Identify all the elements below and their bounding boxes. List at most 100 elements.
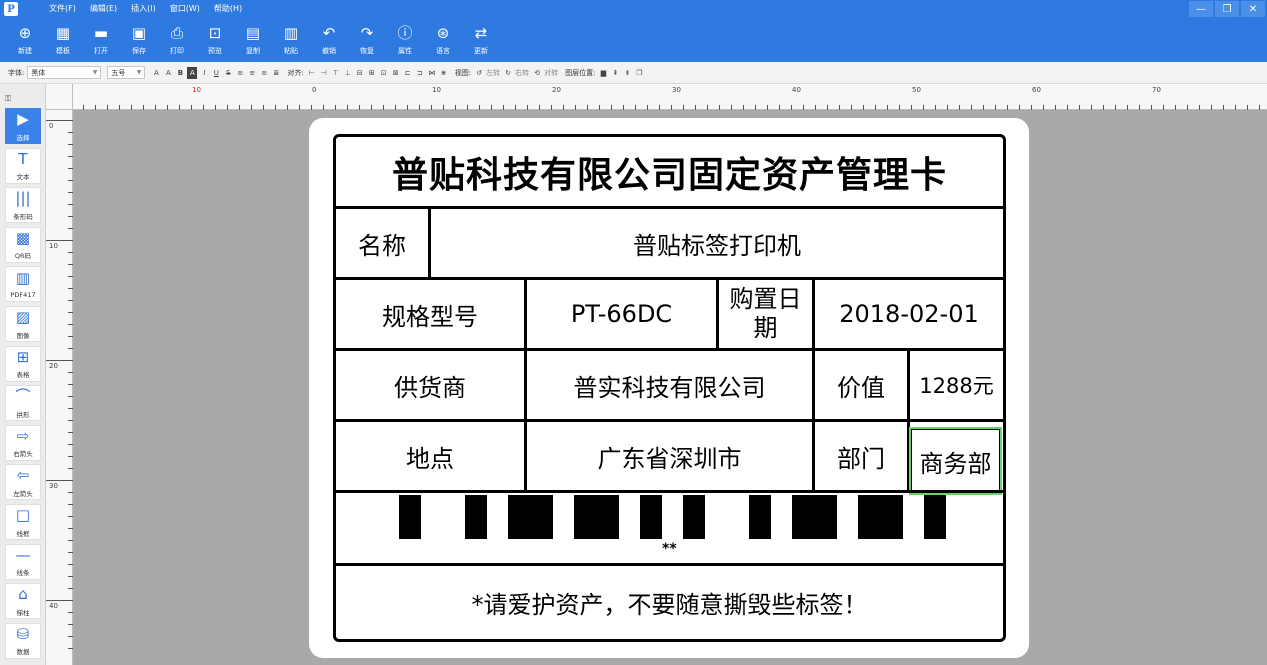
restore-button[interactable]: ❐ [1215, 1, 1239, 17]
date-key-cell[interactable]: 购置日期 [716, 277, 815, 351]
barcode-cell[interactable]: ** [336, 490, 1003, 566]
obj-center-icon[interactable]: ⊡ [379, 67, 389, 79]
location-key-cell[interactable]: 地点 [336, 419, 527, 493]
redo-button[interactable]: ↷ 恢复 [350, 18, 384, 62]
date-value-cell[interactable]: 2018-02-01 [812, 277, 1003, 351]
tool-database[interactable]: ⛁ 数据 [5, 622, 41, 659]
template-button[interactable]: ▦ 模板 [46, 18, 80, 62]
align-right-icon[interactable]: ≡ [259, 67, 269, 79]
tool-pentagon[interactable]: ⌂ 梯柱 [5, 583, 41, 620]
dept-value-cell[interactable]: 商务部 [909, 427, 1002, 495]
supplier-value-cell[interactable]: 普实科技有限公司 [524, 348, 815, 422]
refresh-button[interactable]: ⇄ 更新 [464, 18, 498, 62]
footer-text: *请爱护资产，不要随意撕毁些标签！ [471, 591, 868, 619]
highlight-icon[interactable]: A [187, 66, 198, 79]
rotate-right-button[interactable]: 右转 [515, 68, 529, 78]
name-value-cell[interactable]: 普贴标签打印机 [428, 206, 1003, 280]
ruler-label: 20 [552, 86, 561, 94]
obj-align-bottom-icon[interactable]: ⊥ [343, 67, 353, 79]
model-value-cell[interactable]: PT-66DC [524, 277, 719, 351]
ruler-label: 0 [312, 86, 317, 94]
tool-image[interactable]: ▨ 图像 [5, 306, 41, 342]
supplier-key-cell[interactable]: 供货商 [336, 348, 527, 422]
move-up-icon[interactable]: ⇞ [610, 67, 620, 79]
same-width-icon[interactable]: ⊏ [403, 67, 413, 79]
grid-icon[interactable]: ⋇ [439, 67, 449, 79]
align-justify-icon[interactable]: ≣ [271, 67, 281, 79]
price-value-cell[interactable]: 1288元 [907, 348, 1003, 422]
name-key: 名称 [358, 231, 406, 260]
preview-button[interactable]: ⊡ 预览 [198, 18, 232, 62]
tool-select-arrow[interactable]: ▶ 选择 [5, 108, 41, 144]
tool-text[interactable]: T 文本 [5, 147, 41, 184]
obj-align-top-icon[interactable]: ⊤ [331, 67, 341, 79]
tool-rectangle[interactable]: □ 线框 [5, 504, 41, 540]
tool-barcode[interactable]: ||| 条形码 [5, 187, 41, 224]
location-value-cell[interactable]: 广东省深圳市 [524, 419, 815, 493]
rotate-right-icon[interactable]: ↻ [503, 67, 513, 79]
menu-item-0[interactable]: 文件(F) [42, 0, 83, 18]
same-size-icon[interactable]: ⋈ [427, 67, 437, 79]
copy-button[interactable]: ▤ 复制 [236, 18, 270, 62]
language-button[interactable]: ⊛ 语言 [426, 18, 460, 62]
tool-pdf417[interactable]: ▥ PDF417 [5, 266, 41, 303]
menu-item-1[interactable]: 编辑(E) [83, 0, 124, 18]
distribute-h-icon[interactable]: ⊠ [391, 67, 401, 79]
footer-cell[interactable]: *请爱护资产，不要随意撕毁些标签！ [336, 563, 1003, 639]
rotate-reset-button[interactable]: 对转 [544, 68, 558, 78]
ruler-tick [215, 105, 216, 110]
name-key-cell[interactable]: 名称 [336, 206, 431, 280]
bold-icon[interactable]: B [175, 67, 185, 79]
label-canvas[interactable]: 普贴科技有限公司固定资产管理卡 名称 普贴标签打印机 规格型号 PT-66DC … [309, 118, 1029, 658]
ruler-label: 40 [49, 602, 58, 610]
font-shrink-icon[interactable]: A [163, 67, 173, 79]
folder-button[interactable]: ▬ 打开 [84, 18, 118, 62]
tool-qrcode[interactable]: ▩ QR码 [5, 226, 41, 263]
obj-center-v-icon[interactable]: ⊞ [367, 67, 377, 79]
send-back-icon[interactable]: ❐ [634, 67, 644, 79]
ruler-label: 10 [192, 86, 201, 94]
menu-item-3[interactable]: 窗口(W) [163, 0, 207, 18]
same-height-icon[interactable]: ⊐ [415, 67, 425, 79]
ruler-tick [68, 312, 73, 313]
tool-left-arrow[interactable]: ⇦ 左箭头 [5, 464, 41, 501]
obj-align-left-icon[interactable]: ⊢ [307, 67, 317, 79]
italic-icon[interactable]: I [199, 67, 209, 79]
price-key-cell[interactable]: 价值 [812, 348, 910, 422]
strikethrough-icon[interactable]: S [223, 67, 233, 79]
title-cell[interactable]: 普贴科技有限公司固定资产管理卡 [336, 137, 1003, 209]
save-button[interactable]: ▣ 保存 [122, 18, 156, 62]
close-button[interactable]: ✕ [1241, 1, 1265, 17]
paste-button[interactable]: ▥ 粘贴 [274, 18, 308, 62]
print-button[interactable]: ⎙ 打印 [160, 18, 194, 62]
menu-item-4[interactable]: 帮助(H) [207, 0, 249, 18]
undo-button[interactable]: ↶ 撤销 [312, 18, 346, 62]
tool-table[interactable]: ⊞ 表格 [5, 345, 41, 382]
ruler-tick [68, 276, 73, 277]
model-key-cell[interactable]: 规格型号 [336, 277, 527, 351]
plus-button[interactable]: ⊕ 新建 [8, 18, 42, 62]
tool-right-arrow[interactable]: ⇨ 右箭头 [5, 424, 41, 461]
label-frame[interactable]: 普贴科技有限公司固定资产管理卡 名称 普贴标签打印机 规格型号 PT-66DC … [333, 134, 1006, 642]
bring-front-icon[interactable]: ▆ [598, 67, 608, 79]
menu-item-2[interactable]: 插入(I) [124, 0, 163, 18]
ruler-tick [1043, 105, 1044, 110]
font-size-select[interactable]: 五号 ▼ [107, 66, 146, 79]
obj-align-right-icon[interactable]: ⊣ [319, 67, 329, 79]
rotate-reset-icon[interactable]: ⟲ [532, 67, 542, 79]
dept-key-cell[interactable]: 部门 [812, 419, 910, 493]
obj-center-h-icon[interactable]: ⊟ [355, 67, 365, 79]
align-center-icon[interactable]: ≡ [247, 67, 257, 79]
rotate-left-button[interactable]: 左转 [486, 68, 500, 78]
font-grow-icon[interactable]: A [151, 67, 161, 79]
minimize-button[interactable]: — [1189, 1, 1213, 17]
move-down-icon[interactable]: ⇟ [622, 67, 632, 79]
info-button[interactable]: ⓘ 属性 [388, 18, 422, 62]
rotate-left-icon[interactable]: ↺ [474, 67, 484, 79]
font-family-select[interactable]: 黑体 ▼ [27, 66, 102, 79]
underline-icon[interactable]: U [211, 67, 221, 79]
tool-line[interactable]: — 线条 [5, 543, 41, 580]
lock-icon[interactable]: ⚿ [5, 94, 11, 104]
tool-arch[interactable]: ⌒ 拱形 [5, 385, 41, 422]
align-left-icon[interactable]: ≡ [235, 67, 245, 79]
